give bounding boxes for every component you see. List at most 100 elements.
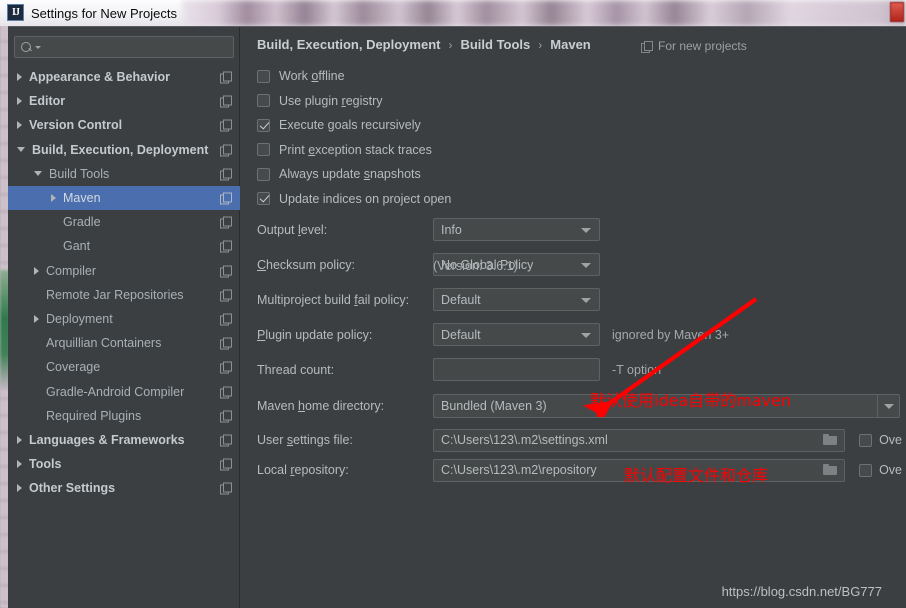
thread-count-note: -T option: [612, 362, 662, 377]
copy-icon[interactable]: [220, 410, 232, 423]
sidebar-item-gradle-android-compiler[interactable]: Gradle-Android Compiler: [8, 379, 240, 403]
checkbox[interactable]: [257, 143, 270, 157]
user-settings-override-checkbox[interactable]: [859, 433, 873, 447]
checkbox-row-always-update-snapshots[interactable]: Always update snapshots: [257, 162, 451, 187]
output-level-label: Output level:: [257, 222, 328, 237]
watermark: https://blog.csdn.net/BG777: [721, 584, 882, 599]
local-repository-override-checkbox[interactable]: [859, 463, 873, 477]
sidebar-item-build-tools[interactable]: Build Tools: [8, 162, 240, 186]
checkbox[interactable]: [257, 94, 270, 108]
mnemonic-char: h: [298, 399, 305, 413]
copy-icon[interactable]: [220, 240, 232, 253]
sidebar-item-label: Languages & Frameworks: [29, 432, 185, 447]
sidebar-item-gradle[interactable]: Gradle: [8, 210, 240, 234]
maven-home-select[interactable]: Bundled (Maven 3): [433, 394, 900, 418]
sidebar-item-label: Other Settings: [29, 481, 116, 496]
thread-count-input[interactable]: [433, 358, 600, 381]
chevron-down-icon[interactable]: [34, 171, 42, 177]
maven-home-value: Bundled (Maven 3): [441, 399, 547, 413]
checkbox-row-print-exception-stack-traces[interactable]: Print exception stack traces: [257, 138, 451, 163]
copy-icon[interactable]: [220, 168, 232, 181]
titlebar-blurred-region: [182, 0, 906, 26]
copy-icon[interactable]: [220, 119, 232, 132]
copy-icon[interactable]: [220, 482, 232, 495]
checkbox-label: Use plugin registry: [279, 93, 383, 108]
copy-icon[interactable]: [220, 386, 232, 399]
sidebar-item-tools[interactable]: Tools: [8, 452, 240, 476]
chevron-right-icon[interactable]: [17, 97, 22, 106]
checkbox-row-update-indices-on-project-open[interactable]: Update indices on project open: [257, 187, 451, 212]
checkbox[interactable]: [257, 118, 270, 132]
folder-icon[interactable]: [823, 434, 838, 445]
sidebar-item-languages-frameworks[interactable]: Languages & Frameworks: [8, 428, 240, 452]
sidebar-item-required-plugins[interactable]: Required Plugins: [8, 404, 240, 428]
plugin-update-policy-select[interactable]: Default: [433, 323, 600, 346]
sidebar-item-deployment[interactable]: Deployment: [8, 307, 240, 331]
chevron-right-icon[interactable]: [17, 435, 22, 444]
sidebar-item-label: Gradle: [63, 215, 101, 230]
copy-icon[interactable]: [220, 216, 232, 229]
multiproject-fail-policy-select[interactable]: Default: [433, 288, 600, 311]
sidebar-item-gant[interactable]: Gant: [8, 234, 240, 258]
chevron-down-icon[interactable]: [17, 147, 25, 153]
output-level-select[interactable]: Info: [433, 218, 600, 241]
chevron-right-icon[interactable]: [17, 121, 22, 130]
close-icon[interactable]: [890, 2, 904, 22]
multiproject-fail-policy-value: Default: [441, 292, 481, 307]
copy-icon[interactable]: [220, 337, 232, 350]
search-box[interactable]: [14, 36, 234, 58]
sidebar-item-arquillian-containers[interactable]: Arquillian Containers: [8, 331, 240, 355]
copy-icon[interactable]: [220, 289, 232, 302]
user-settings-override[interactable]: Ove: [859, 433, 902, 447]
chevron-right-icon[interactable]: [17, 484, 22, 493]
sidebar-item-label: Arquillian Containers: [46, 336, 162, 351]
search-input[interactable]: [41, 39, 233, 55]
chevron-right-icon[interactable]: [34, 314, 39, 323]
chevron-right-icon[interactable]: [34, 266, 39, 275]
breadcrumb-item[interactable]: Build, Execution, Deployment: [257, 37, 440, 52]
sidebar-item-label: Gradle-Android Compiler: [46, 384, 185, 399]
checkbox[interactable]: [257, 192, 270, 206]
maven-home-dropdown-button[interactable]: [877, 395, 899, 417]
copy-icon[interactable]: [220, 313, 232, 326]
settings-content-pane: Build, Execution, Deployment › Build Tools…: [241, 27, 906, 608]
sidebar-item-maven[interactable]: Maven: [8, 185, 240, 211]
chevron-right-icon[interactable]: [17, 73, 22, 82]
chevron-right-icon[interactable]: [17, 460, 22, 469]
form-row-thread-count: Thread count: -T option: [257, 352, 902, 387]
sidebar-item-other-settings[interactable]: Other Settings: [8, 476, 240, 500]
mnemonic-char: s: [286, 433, 294, 447]
copy-icon[interactable]: [220, 265, 232, 278]
checkbox[interactable]: [257, 167, 270, 181]
sidebar-item-appearance-behavior[interactable]: Appearance & Behavior: [8, 65, 240, 89]
checkbox-label: Work offline: [279, 69, 345, 84]
breadcrumb-item[interactable]: Maven: [550, 37, 590, 52]
sidebar-item-remote-jar-repositories[interactable]: Remote Jar Repositories: [8, 283, 240, 307]
copy-icon[interactable]: [220, 144, 232, 157]
sidebar-item-coverage[interactable]: Coverage: [8, 355, 240, 379]
copy-icon[interactable]: [220, 71, 232, 84]
breadcrumb: Build, Execution, Deployment › Build Tools…: [257, 37, 591, 52]
sidebar-item-build-execution-deployment[interactable]: Build, Execution, Deployment: [8, 138, 240, 162]
user-settings-file-input[interactable]: C:\Users\123\.m2\settings.xml: [433, 428, 846, 452]
checkbox-row-execute-goals-recursively[interactable]: Execute goals recursively: [257, 113, 451, 138]
copy-icon[interactable]: [220, 434, 232, 447]
for-new-projects-label: For new projects: [641, 39, 747, 53]
checkbox[interactable]: [257, 69, 270, 83]
copy-icon[interactable]: [220, 458, 232, 471]
copy-icon[interactable]: [220, 192, 232, 205]
local-repository-input[interactable]: C:\Users\123\.m2\repository: [433, 458, 846, 482]
chevron-right-icon[interactable]: [51, 194, 56, 203]
sidebar-item-version-control[interactable]: Version Control: [8, 113, 240, 137]
local-repository-override[interactable]: Ove: [859, 463, 902, 477]
checkbox-row-work-offline[interactable]: Work offline: [257, 64, 451, 89]
folder-icon[interactable]: [823, 464, 838, 475]
checksum-policy-label: Checksum policy:: [257, 257, 355, 272]
sidebar-item-editor[interactable]: Editor: [8, 89, 240, 113]
copy-icon[interactable]: [220, 361, 232, 374]
form-row-plugin-update-policy: Plugin update policy: Default ignored by…: [257, 317, 902, 352]
breadcrumb-item[interactable]: Build Tools: [460, 37, 530, 52]
sidebar-item-compiler[interactable]: Compiler: [8, 259, 240, 283]
copy-icon[interactable]: [220, 95, 232, 108]
checkbox-row-use-plugin-registry[interactable]: Use plugin registry: [257, 89, 451, 114]
